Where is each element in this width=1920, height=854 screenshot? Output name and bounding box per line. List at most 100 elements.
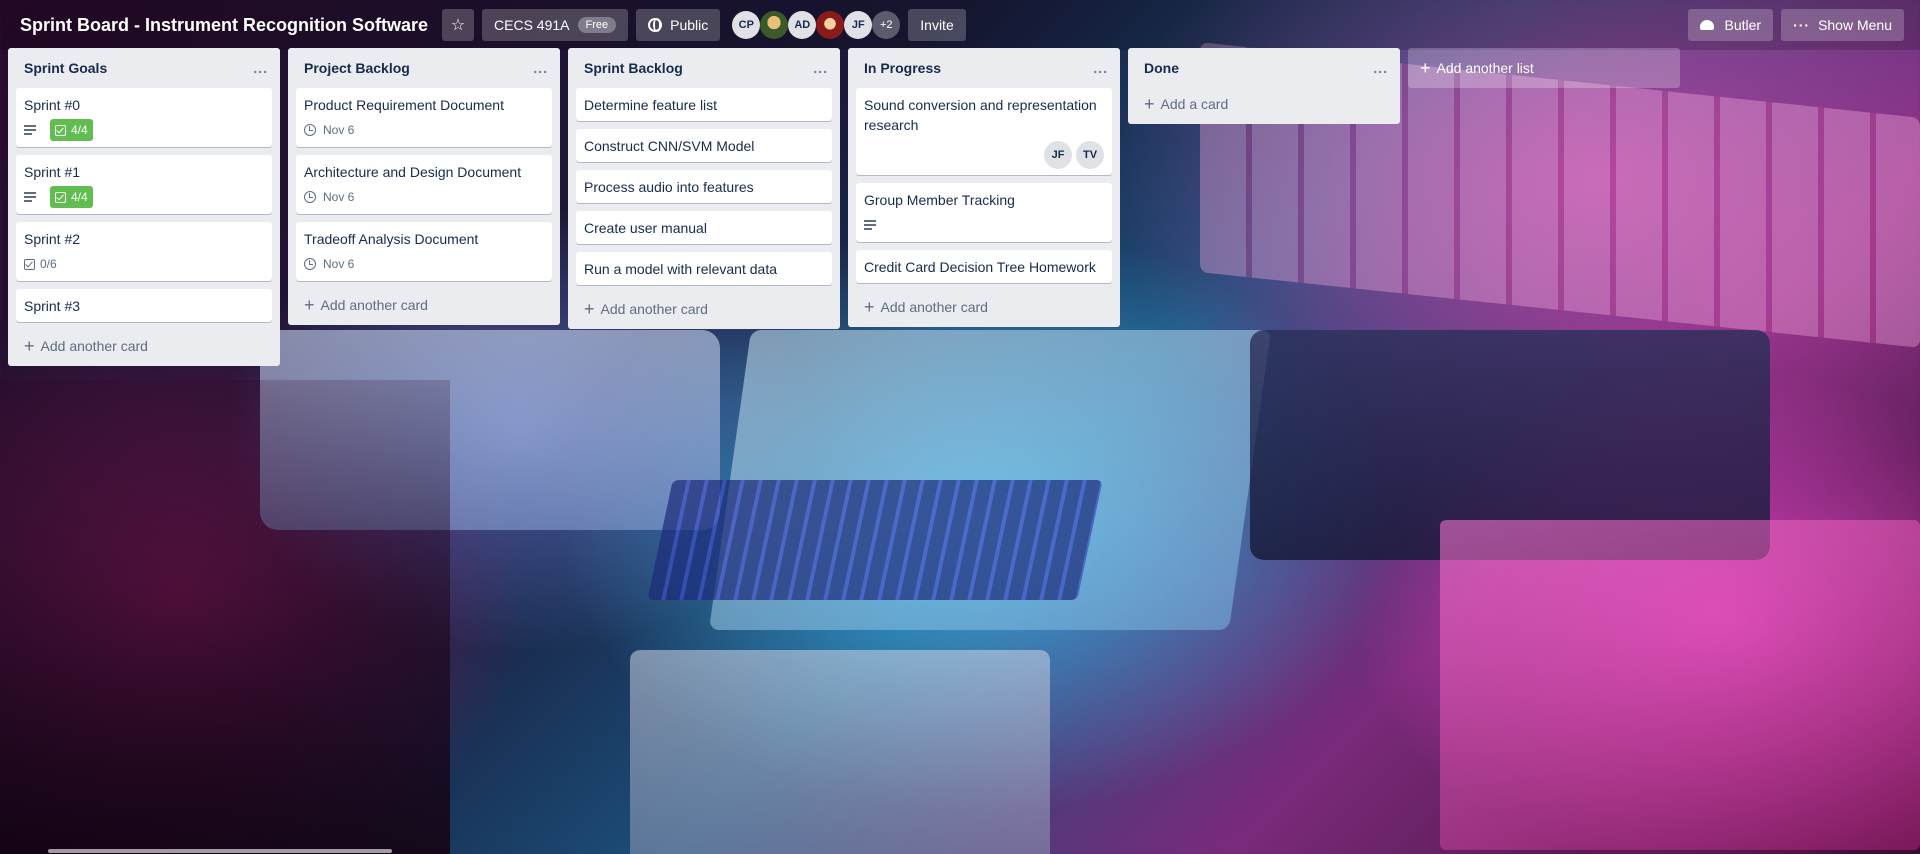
avatar[interactable] xyxy=(816,11,845,39)
checklist-icon xyxy=(55,124,66,136)
card[interactable]: Sprint #3 xyxy=(16,289,272,322)
list-sprint-backlog[interactable]: Sprint Backlog ... Determine feature lis… xyxy=(568,48,840,329)
card[interactable]: Run a model with relevant data xyxy=(576,252,832,285)
visibility-label: Public xyxy=(670,17,709,33)
card-title: Create user manual xyxy=(584,220,707,236)
card[interactable]: Construct CNN/SVM Model xyxy=(576,129,832,162)
board-members: CP AD JF +2 xyxy=(732,11,901,39)
card[interactable]: Create user manual xyxy=(576,211,832,244)
add-list-button[interactable]: + Add another list xyxy=(1408,48,1680,88)
horizontal-scrollbar[interactable] xyxy=(48,849,392,853)
card-title: Credit Card Decision Tree Homework xyxy=(864,259,1096,275)
card[interactable]: Architecture and Design Document Nov 6 xyxy=(296,155,552,214)
avatar[interactable] xyxy=(760,11,789,39)
checklist-count: 0/6 xyxy=(40,257,57,271)
checklist-count: 4/4 xyxy=(71,190,88,204)
card[interactable]: Sprint #2 0/6 xyxy=(16,222,272,281)
add-card-button[interactable]: + Add another card xyxy=(576,293,832,325)
show-menu-label: Show Menu xyxy=(1818,17,1892,33)
more-members-button[interactable]: +2 xyxy=(872,11,901,39)
description-icon xyxy=(24,125,36,135)
card-badges: 4/4 xyxy=(24,186,264,208)
list-header: In Progress ... xyxy=(856,48,1112,88)
checklist-badge: 4/4 xyxy=(50,186,93,208)
star-button[interactable]: ☆ xyxy=(442,9,475,41)
list-sprint-goals[interactable]: Sprint Goals ... Sprint #0 4/4 Sprint #1… xyxy=(8,48,280,366)
avatar[interactable]: JF xyxy=(1044,141,1072,169)
add-card-label: Add a card xyxy=(1160,96,1229,112)
avatar[interactable]: JF xyxy=(844,11,873,39)
list-header: Sprint Goals ... xyxy=(16,48,272,88)
list-menu-button[interactable]: ... xyxy=(813,60,828,76)
board-header: Sprint Board - Instrument Recognition So… xyxy=(0,0,1920,50)
card[interactable]: Sprint #1 4/4 xyxy=(16,155,272,214)
list-project-backlog[interactable]: Project Backlog ... Product Requirement … xyxy=(288,48,560,325)
due-date: Nov 6 xyxy=(323,257,355,271)
show-menu-button[interactable]: ··· Show Menu xyxy=(1781,9,1904,41)
background-cassette xyxy=(630,650,1050,854)
checklist-count: 4/4 xyxy=(71,123,88,137)
list-menu-button[interactable]: ... xyxy=(1093,60,1108,76)
background-computer-keyboard xyxy=(647,480,1103,600)
team-button[interactable]: CECS 491A Free xyxy=(482,9,629,41)
card-badges: 0/6 xyxy=(24,253,264,275)
card-title: Product Requirement Document xyxy=(304,97,504,113)
plan-badge: Free xyxy=(577,17,617,33)
list-title[interactable]: Sprint Goals xyxy=(24,60,107,76)
list-title[interactable]: Done xyxy=(1144,60,1179,76)
add-card-button[interactable]: + Add a card xyxy=(1136,88,1392,120)
card-badges: 4/4 xyxy=(24,119,264,141)
header-right: Butler ··· Show Menu xyxy=(1688,9,1912,41)
card-title: Determine feature list xyxy=(584,97,718,113)
card-title: Sound conversion and representation rese… xyxy=(864,97,1097,133)
checklist-badge: 4/4 xyxy=(50,119,93,141)
list-title[interactable]: Sprint Backlog xyxy=(584,60,683,76)
more-icon: ··· xyxy=(1793,17,1811,33)
board-title[interactable]: Sprint Board - Instrument Recognition So… xyxy=(20,15,428,36)
add-card-button[interactable]: + Add another card xyxy=(856,291,1112,323)
plus-icon: + xyxy=(1420,58,1431,78)
card-title: Sprint #2 xyxy=(24,231,81,247)
list-menu-button[interactable]: ... xyxy=(253,60,268,76)
list-in-progress[interactable]: In Progress ... Sound conversion and rep… xyxy=(848,48,1120,327)
star-icon: ☆ xyxy=(450,17,466,34)
visibility-button[interactable]: Public xyxy=(636,9,721,41)
list-done[interactable]: Done ... + Add a card xyxy=(1128,48,1400,124)
avatar[interactable]: CP xyxy=(732,11,761,39)
list-title[interactable]: In Progress xyxy=(864,60,941,76)
card-title: Sprint #1 xyxy=(24,164,81,180)
card-members: JF TV xyxy=(864,141,1104,169)
background-shadow xyxy=(0,380,450,854)
card[interactable]: Sprint #0 4/4 xyxy=(16,88,272,147)
board-canvas: Sprint Goals ... Sprint #0 4/4 Sprint #1… xyxy=(8,48,1680,366)
due-date-badge: Nov 6 xyxy=(304,190,354,204)
list-title[interactable]: Project Backlog xyxy=(304,60,410,76)
card[interactable]: Product Requirement Document Nov 6 xyxy=(296,88,552,147)
list-menu-button[interactable]: ... xyxy=(533,60,548,76)
card[interactable]: Tradeoff Analysis Document Nov 6 xyxy=(296,222,552,281)
add-card-label: Add another card xyxy=(40,338,148,354)
add-card-button[interactable]: + Add another card xyxy=(16,330,272,362)
card[interactable]: Group Member Tracking xyxy=(856,183,1112,242)
card-badges: Nov 6 xyxy=(304,186,544,208)
butler-button[interactable]: Butler xyxy=(1688,9,1774,41)
card-badges xyxy=(864,214,1104,236)
add-card-button[interactable]: + Add another card xyxy=(296,289,552,321)
invite-button[interactable]: Invite xyxy=(908,9,966,41)
avatar[interactable]: AD xyxy=(788,11,817,39)
card[interactable]: Credit Card Decision Tree Homework xyxy=(856,250,1112,283)
card-title: Architecture and Design Document xyxy=(304,164,522,180)
clock-icon xyxy=(304,124,316,136)
description-icon xyxy=(24,192,36,202)
add-card-label: Add another card xyxy=(320,297,428,313)
list-menu-button[interactable]: ... xyxy=(1373,60,1388,76)
avatar[interactable]: TV xyxy=(1076,141,1104,169)
due-date: Nov 6 xyxy=(323,123,355,137)
card-title: Construct CNN/SVM Model xyxy=(584,138,755,154)
card[interactable]: Process audio into features xyxy=(576,170,832,203)
card-title: Process audio into features xyxy=(584,179,754,195)
card[interactable]: Sound conversion and representation rese… xyxy=(856,88,1112,175)
card[interactable]: Determine feature list xyxy=(576,88,832,121)
card-title: Sprint #3 xyxy=(24,298,81,314)
background-computer xyxy=(708,330,1272,630)
